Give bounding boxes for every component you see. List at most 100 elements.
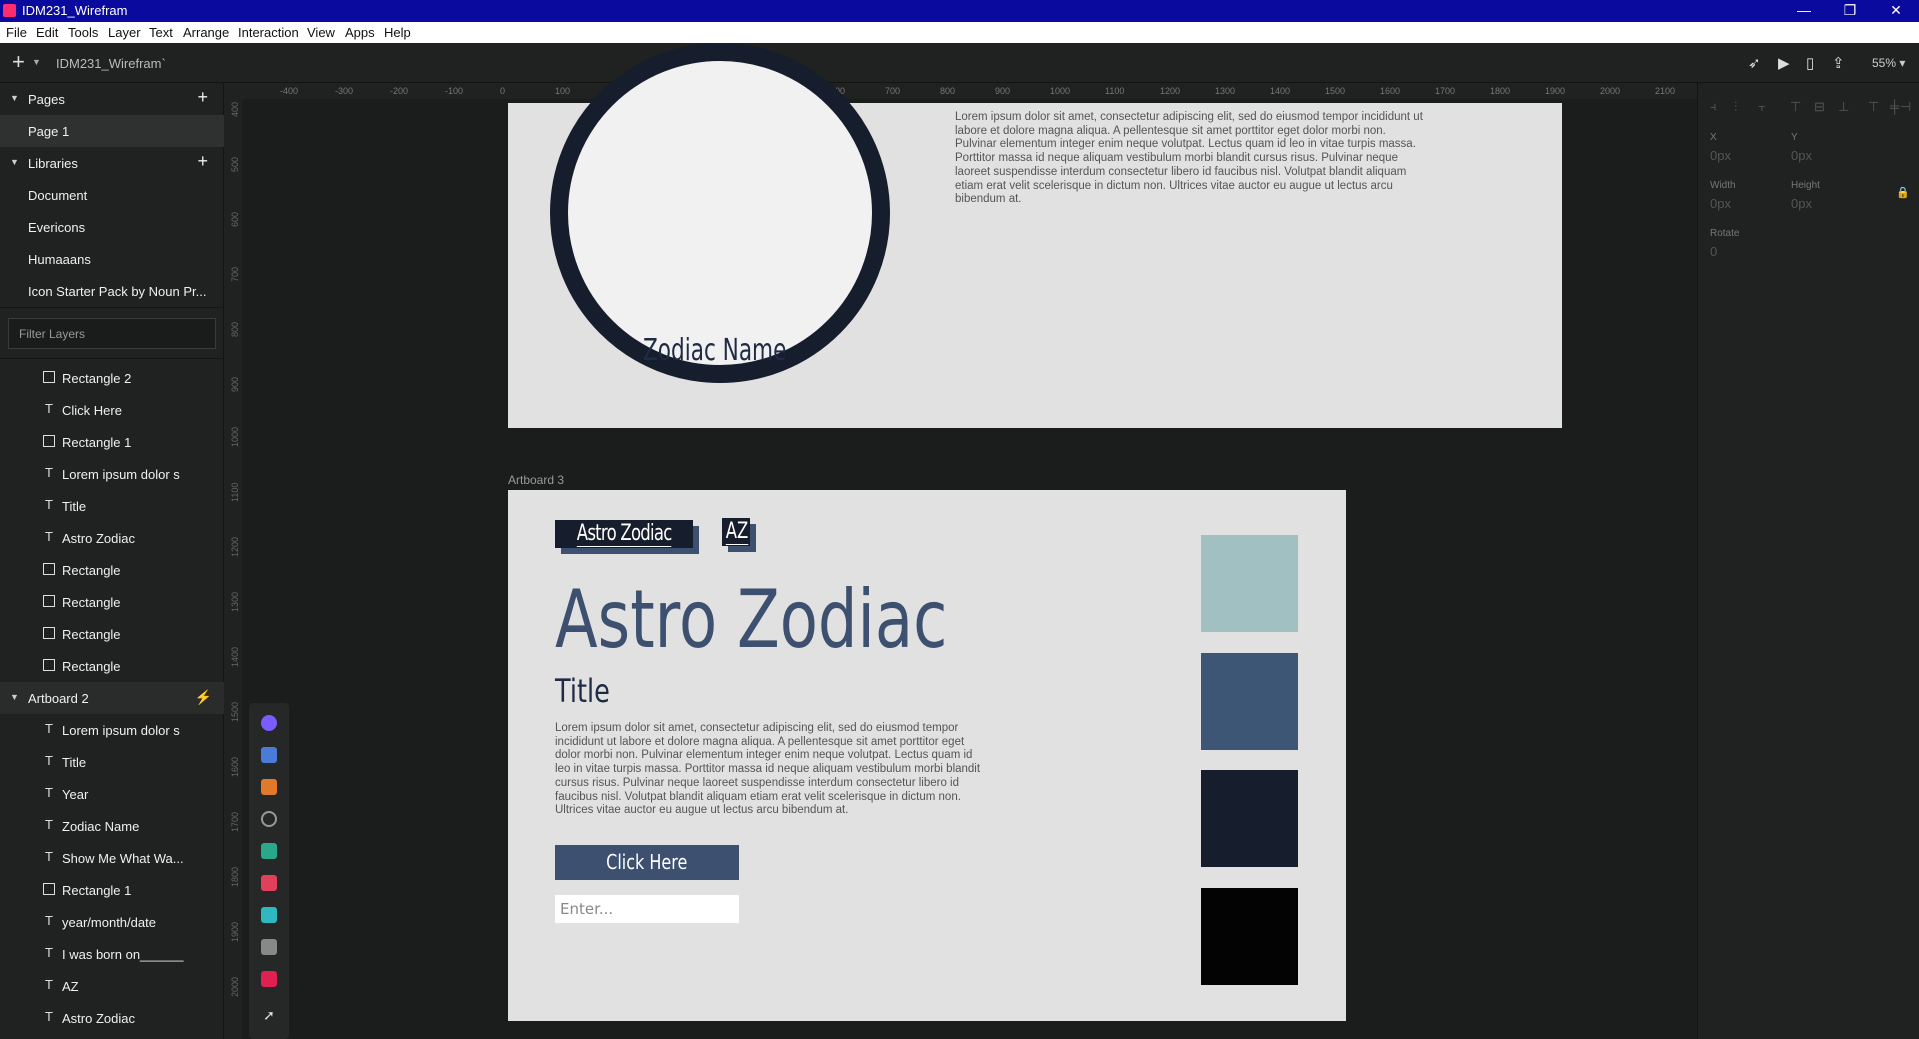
align-middle-icon[interactable]: ⊟ — [1814, 99, 1825, 115]
menu-text[interactable]: Text — [149, 25, 173, 40]
lorem-text: Lorem ipsum dolor sit amet, consectetur … — [955, 111, 1423, 206]
align-top-icon[interactable]: ⊤ — [1790, 99, 1801, 115]
align-right-icon[interactable]: ⫟ — [1758, 99, 1766, 115]
cursor-icon[interactable]: ➶ — [1748, 54, 1761, 72]
layer-item[interactable]: T Year — [0, 778, 224, 810]
layer-item[interactable]: T I was born on______ — [0, 938, 224, 970]
menu-file[interactable]: File — [6, 25, 27, 40]
distribute-icon[interactable]: ⊣ — [1900, 99, 1911, 115]
library-item-icon-starter-pack[interactable]: Icon Starter Pack by Noun Pr... — [0, 275, 224, 307]
share-icon[interactable]: ⇪ — [1832, 54, 1845, 72]
layer-label: Show Me What Wa... — [62, 851, 184, 866]
layer-item[interactable]: Rectangle 1 — [0, 874, 224, 906]
add-page-icon[interactable]: + — [197, 87, 208, 108]
layer-item[interactable]: Rectangle 1 — [0, 426, 224, 458]
layer-item[interactable]: T Click Here — [0, 394, 224, 426]
color-swatch-2[interactable] — [1201, 653, 1298, 750]
align-bottom-icon[interactable]: ⊥ — [1838, 99, 1849, 115]
ruler-tick-label: 1200 — [1160, 86, 1181, 96]
restore-button[interactable]: ❐ — [1830, 0, 1870, 22]
layer-item[interactable]: T Lorem ipsum dolor s — [0, 714, 224, 746]
menu-arrange[interactable]: Arrange — [183, 25, 229, 40]
add-icon[interactable]: + — [12, 49, 25, 75]
menu-layer[interactable]: Layer — [108, 25, 141, 40]
layer-item[interactable]: T Astro Zodiac — [0, 522, 224, 554]
plugin-chat-icon[interactable] — [261, 843, 277, 859]
align-left-icon[interactable]: ⫞ — [1710, 99, 1717, 115]
zoom-level[interactable]: 55% ▾ — [1872, 56, 1905, 70]
y-field[interactable]: 0px — [1791, 148, 1812, 163]
lock-icon[interactable]: 🔒 — [1896, 186, 1910, 199]
rectangle-icon — [43, 563, 55, 575]
color-swatch-4[interactable] — [1201, 888, 1298, 985]
rotate-field[interactable]: 0 — [1710, 244, 1717, 259]
plugin-blocks-icon[interactable] — [261, 779, 277, 795]
enter-input[interactable]: Enter... — [555, 895, 739, 923]
plugin-compass-icon[interactable] — [261, 715, 277, 731]
horizontal-ruler: -400-300-200-100010020030040050060070080… — [242, 83, 1697, 99]
layer-item[interactable]: T Zodiac Name — [0, 810, 224, 842]
menu-interaction[interactable]: Interaction — [238, 25, 299, 40]
layer-item[interactable]: T Lorem ipsum dolor s — [0, 458, 224, 490]
menu-view[interactable]: View — [307, 25, 335, 40]
align-center-icon[interactable]: ⫶ — [1734, 99, 1737, 115]
menu-tools[interactable]: Tools — [68, 25, 98, 40]
ruler-tick-label: 2000 — [230, 976, 240, 997]
device-icon[interactable]: ▯ — [1806, 54, 1814, 72]
layer-item[interactable]: T Show Me What Wa... — [0, 842, 224, 874]
layer-item[interactable]: Rectangle — [0, 618, 224, 650]
pages-header[interactable]: ▼ Pages + — [0, 83, 224, 115]
chevron-down-icon[interactable]: ▼ — [32, 57, 41, 67]
rotate-label: Rotate — [1710, 228, 1740, 239]
text-icon: T — [45, 401, 53, 416]
layer-item[interactable]: T Title — [0, 490, 224, 522]
ruler-tick-label: 500 — [230, 156, 240, 172]
minimize-button[interactable]: — — [1784, 0, 1824, 22]
color-swatch-3[interactable] — [1201, 770, 1298, 867]
layer-item[interactable]: Rectangle — [0, 554, 224, 586]
width-field[interactable]: 0px — [1710, 196, 1731, 211]
library-item-evericons[interactable]: Evericons — [0, 211, 224, 243]
library-item-humaaans[interactable]: Humaaans — [0, 243, 224, 275]
play-icon[interactable]: ▶ — [1778, 54, 1790, 72]
menu-edit[interactable]: Edit — [36, 25, 58, 40]
add-library-icon[interactable]: + — [197, 151, 208, 172]
color-swatch-1[interactable] — [1201, 535, 1298, 632]
lightning-icon[interactable]: ⚡ — [195, 689, 212, 706]
hero-heading: Astro Zodiac — [555, 573, 948, 666]
text-icon: T — [45, 913, 53, 928]
menu-help[interactable]: Help — [384, 25, 411, 40]
artboard-3[interactable]: Astro Zodiac AZ Astro Zodiac Title Lorem… — [508, 490, 1346, 1021]
layer-item[interactable]: Tyear/month/date — [0, 906, 224, 938]
library-item-document[interactable]: Document — [0, 179, 224, 211]
plugin-search-icon[interactable] — [261, 811, 277, 827]
artboard-3-label[interactable]: Artboard 3 — [508, 473, 564, 487]
distribute-horizontal-icon[interactable]: ⊤ — [1868, 99, 1879, 115]
distribute-vertical-icon[interactable]: ╪ — [1890, 99, 1899, 114]
page-item-1[interactable]: Page 1 — [0, 115, 224, 147]
layer-item[interactable]: T Title — [0, 746, 224, 778]
artboard-2[interactable]: Zodiac Name Lorem ipsum dolor sit amet, … — [508, 43, 1562, 428]
plugin-database-icon[interactable] — [261, 747, 277, 763]
layer-item[interactable]: Rectangle — [0, 586, 224, 618]
click-here-button[interactable]: Click Here — [555, 845, 739, 880]
menu-apps[interactable]: Apps — [345, 25, 375, 40]
x-field[interactable]: 0px — [1710, 148, 1731, 163]
layer-item[interactable]: Rectangle — [0, 650, 224, 682]
plugin-grid-icon[interactable] — [261, 875, 277, 891]
rocket-icon[interactable]: ➚ — [261, 1007, 277, 1023]
plugin-text-icon[interactable] — [261, 971, 277, 987]
plugin-inbox-icon[interactable] — [261, 939, 277, 955]
ruler-tick-label: 900 — [230, 376, 240, 392]
layer-item[interactable]: T AZ — [0, 970, 224, 1002]
libraries-header[interactable]: ▼ Libraries + — [0, 147, 224, 179]
text-icon: T — [45, 785, 53, 800]
layer-item[interactable]: Rectangle 2 — [0, 362, 224, 394]
section-title: Title — [555, 672, 610, 710]
artboard-2-group[interactable]: ▼ Artboard 2 ⚡ — [0, 682, 224, 714]
plugin-layout-icon[interactable] — [261, 907, 277, 923]
height-field[interactable]: 0px — [1791, 196, 1812, 211]
layer-item[interactable]: T Astro Zodiac — [0, 1002, 224, 1034]
close-button[interactable]: ✕ — [1876, 0, 1916, 22]
filter-layers-input[interactable]: Filter Layers — [8, 318, 216, 349]
